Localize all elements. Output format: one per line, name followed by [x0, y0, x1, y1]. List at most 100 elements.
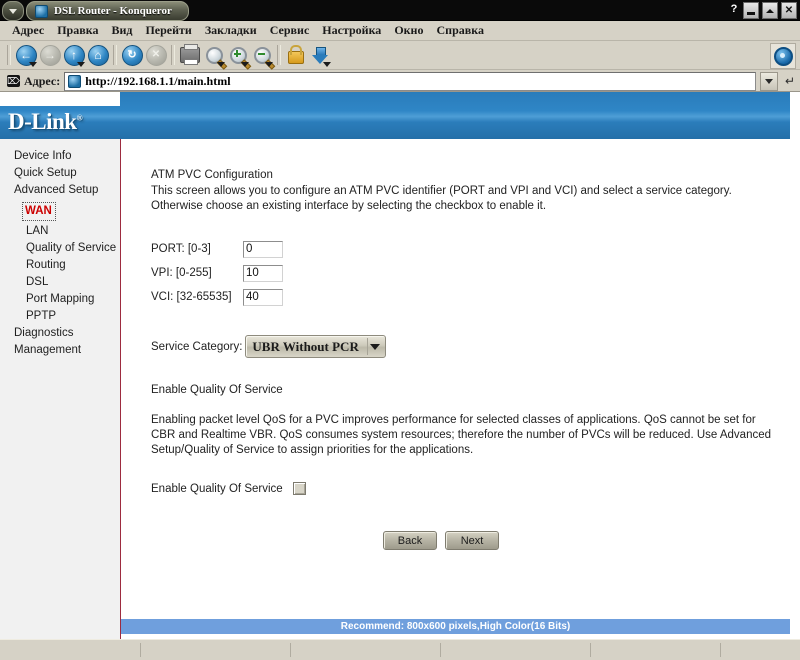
vpi-input[interactable]: 10	[243, 264, 283, 282]
menu-item-tools[interactable]: Сервис	[264, 22, 316, 39]
statusbar-divider	[720, 643, 721, 657]
window-titlebar: DSL Router - Konqueror ? ✕	[0, 0, 800, 21]
chevron-down-icon	[77, 62, 85, 67]
reload-icon: ↻	[121, 44, 143, 66]
magnifier-minus-icon	[253, 46, 275, 70]
zoom-out-button[interactable]	[250, 43, 275, 70]
chevron-down-icon	[241, 62, 249, 67]
window-menu-button[interactable]	[2, 1, 24, 21]
statusbar-divider	[140, 643, 141, 657]
url-text: http://192.168.1.1/main.html	[85, 73, 231, 88]
konqueror-config-button[interactable]	[770, 43, 796, 69]
port-input[interactable]: 0	[243, 240, 283, 258]
qos-heading: Enable Quality Of Service	[151, 384, 283, 396]
downloads-button[interactable]	[308, 43, 332, 67]
page-description: This screen allows you to configure an A…	[151, 185, 732, 212]
zoom-in-button[interactable]	[226, 43, 251, 70]
home-button[interactable]: ⌂	[86, 43, 110, 67]
sidebar-item-diagnostics[interactable]: Diagnostics	[0, 325, 120, 342]
recommend-footer: Recommend: 800x600 pixels,High Color(16 …	[121, 619, 790, 634]
next-button[interactable]: Next	[445, 531, 499, 550]
up-button[interactable]: ↑	[62, 43, 86, 67]
brand-banner: D-Link®	[0, 92, 790, 139]
toolbar-separator	[7, 45, 11, 65]
sidebar-item-quick-setup[interactable]: Quick Setup	[0, 165, 120, 182]
minimize-icon	[747, 11, 755, 15]
menu-item-view[interactable]: Вид	[105, 22, 138, 39]
router-admin-page: D-Link® Device Info Quick Setup Advanced…	[0, 92, 790, 640]
field-row-vci: VCI: [32-65535] 40	[151, 286, 790, 308]
sidebar-item-dsl[interactable]: DSL	[0, 274, 120, 291]
address-label: Адрес:	[24, 73, 61, 88]
sidebar-item-quality-of-service[interactable]: Quality of Service	[0, 240, 120, 257]
main-content: ATM PVC Configuration This screen allows…	[121, 139, 790, 640]
banner-notch	[0, 92, 120, 106]
sidebar-nav: Device Info Quick Setup Advanced Setup W…	[0, 139, 121, 640]
menubar: Адрес Правка Вид Перейти Закладки Сервис…	[0, 21, 800, 41]
sidebar-item-wan[interactable]: WAN	[22, 202, 56, 221]
qos-checkbox-row: Enable Quality Of Service	[151, 482, 790, 495]
security-button[interactable]	[284, 43, 308, 67]
sidebar-item-port-mapping[interactable]: Port Mapping	[0, 291, 120, 308]
find-button[interactable]	[202, 43, 227, 70]
vpi-label: VPI: [0-255]	[151, 267, 212, 279]
window-controls: ? ✕	[728, 2, 797, 19]
minimize-button[interactable]	[743, 2, 759, 19]
back-button[interactable]: ←	[14, 43, 38, 67]
print-button[interactable]	[178, 43, 202, 67]
magnifier-icon	[205, 46, 227, 70]
stop-button[interactable]: ✕	[144, 43, 168, 67]
maximize-button[interactable]	[762, 2, 778, 19]
sidebar-row-wan: WAN	[0, 199, 120, 223]
menu-item-go[interactable]: Перейти	[139, 22, 197, 39]
chevron-down-icon	[9, 8, 17, 14]
vci-label: VCI: [32-65535]	[151, 291, 232, 303]
enter-arrow-icon: ↵	[784, 74, 796, 88]
back-button[interactable]: Back	[383, 531, 437, 550]
menu-item-settings[interactable]: Настройка	[316, 22, 387, 39]
service-category-select[interactable]: UBR Without PCR	[245, 335, 386, 358]
address-bar: ⌦ Адрес: http://192.168.1.1/main.html ↵	[0, 70, 800, 93]
menu-item-edit[interactable]: Правка	[51, 22, 104, 39]
vci-input[interactable]: 40	[243, 288, 283, 306]
field-row-vpi: VPI: [0-255] 10	[151, 262, 790, 284]
stop-icon: ✕	[145, 44, 167, 66]
statusbar-divider	[290, 643, 291, 657]
url-history-dropdown[interactable]	[760, 71, 778, 91]
go-button[interactable]: ↵	[782, 73, 798, 90]
location-icon: ⌦	[7, 75, 20, 87]
sidebar-item-pptp[interactable]: PPTP	[0, 308, 120, 325]
menu-item-window[interactable]: Окно	[388, 22, 429, 39]
sidebar-item-device-info[interactable]: Device Info	[0, 148, 120, 165]
konqueror-window: DSL Router - Konqueror ? ✕ Адрес Правка …	[0, 0, 800, 660]
qos-checkbox-label: Enable Quality Of Service	[151, 482, 283, 495]
menu-item-help[interactable]: Справка	[430, 22, 489, 39]
chevron-down-icon	[29, 62, 37, 67]
site-favicon-icon	[68, 74, 82, 88]
qos-checkbox[interactable]	[292, 482, 306, 495]
sidebar-item-management[interactable]: Management	[0, 342, 120, 359]
sidebar-item-routing[interactable]: Routing	[0, 257, 120, 274]
service-category-row: Service Category: UBR Without PCR	[151, 335, 790, 358]
window-title: DSL Router - Konqueror	[54, 5, 172, 17]
url-input[interactable]: http://192.168.1.1/main.html	[64, 71, 756, 91]
page-title: ATM PVC Configuration	[151, 169, 273, 181]
statusbar-divider	[440, 643, 441, 657]
help-button[interactable]: ?	[728, 2, 740, 17]
magnifier-plus-icon	[229, 46, 251, 70]
menu-item-bookmarks[interactable]: Закладки	[199, 22, 263, 39]
menu-item-address[interactable]: Адрес	[6, 22, 50, 39]
window-tab[interactable]: DSL Router - Konqueror	[26, 1, 189, 21]
maximize-icon	[766, 8, 774, 13]
chevron-down-icon	[265, 62, 273, 67]
close-button[interactable]: ✕	[781, 2, 797, 19]
reload-button[interactable]: ↻	[120, 43, 144, 67]
forward-button[interactable]: →	[38, 43, 62, 67]
chevron-down-icon	[323, 62, 331, 67]
qos-description: Enabling packet level QoS for a PVC impr…	[151, 414, 772, 456]
printer-icon	[180, 44, 200, 65]
service-category-value: UBR Without PCR	[252, 338, 359, 354]
sidebar-item-lan[interactable]: LAN	[0, 223, 120, 240]
sidebar-item-advanced-setup[interactable]: Advanced Setup	[0, 182, 120, 199]
gear-icon	[773, 46, 793, 66]
